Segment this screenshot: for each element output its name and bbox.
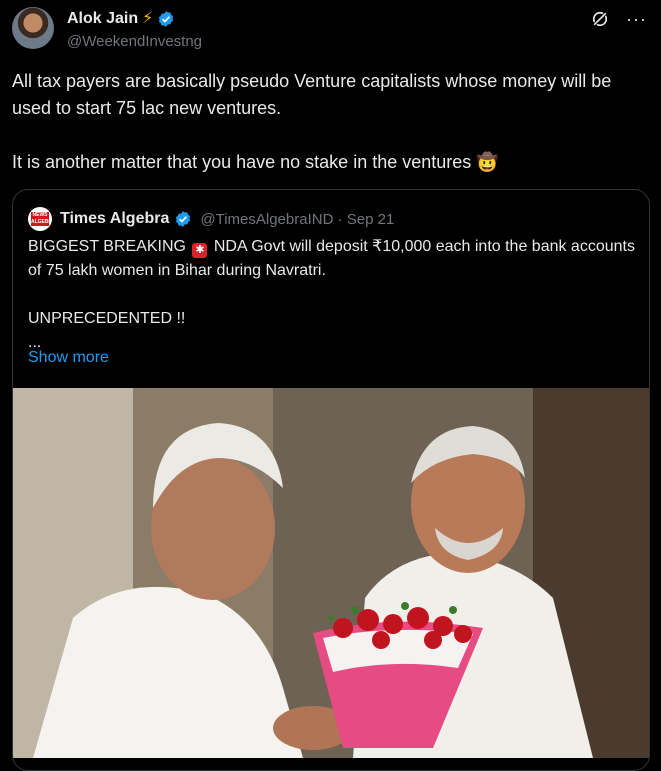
author-handle[interactable]: @WeekendInvestng [67, 33, 202, 50]
quoted-tweet-header: NEWS ALGEBRA Times Algebra @TimesAlgebra… [28, 207, 394, 231]
quoted-text-line1: BIGGEST BREAKING ✱ NDA Govt will deposit… [28, 235, 638, 283]
quoted-tweet[interactable]: NEWS ALGEBRA Times Algebra @TimesAlgebra… [12, 189, 650, 771]
quoted-text-line2: UNPRECEDENTED !! [28, 310, 186, 327]
quoted-author-name[interactable]: Times Algebra [60, 210, 169, 228]
tweet-text-line2: It is another matter that you have no st… [12, 152, 499, 172]
quoted-tweet-image[interactable] [13, 388, 649, 758]
quoted-verified-badge-icon [176, 211, 191, 227]
quoted-tweet-text: BIGGEST BREAKING ✱ NDA Govt will deposit… [28, 235, 638, 355]
author-avatar[interactable] [12, 7, 54, 49]
grok-icon[interactable] [590, 9, 610, 29]
show-more-link[interactable]: Show more [28, 349, 109, 367]
tweet-text: All tax payers are basically pseudo Vent… [12, 68, 652, 176]
quoted-handle-date[interactable]: @TimesAlgebraIND · Sep 21 [200, 211, 394, 228]
verified-badge-icon [159, 11, 174, 27]
more-options-icon[interactable]: ··· [626, 10, 647, 28]
tweet-actions-top: ··· [590, 9, 647, 29]
tweet: Alok Jain ⚡ @WeekendInvestng ··· All tax… [0, 0, 661, 771]
quoted-text-line3: ... [28, 334, 42, 351]
quoted-author-avatar[interactable]: NEWS ALGEBRA [28, 207, 52, 231]
tweet-text-line1: All tax payers are basically pseudo Vent… [12, 71, 612, 118]
author-name[interactable]: Alok Jain [67, 10, 138, 28]
lightning-icon: ⚡ [142, 10, 154, 27]
quoted-text-breaking: BIGGEST BREAKING [28, 238, 186, 255]
author-name-row: Alok Jain ⚡ [67, 10, 175, 28]
news-algebra-logo-icon: NEWS ALGEBRA [31, 212, 52, 226]
siren-icon: ✱ [192, 243, 208, 258]
